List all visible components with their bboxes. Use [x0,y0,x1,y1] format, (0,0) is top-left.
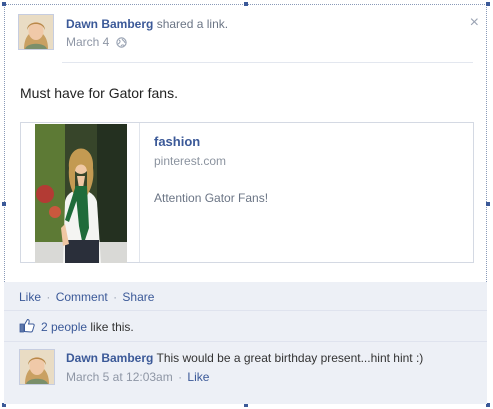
shared-link-description: Attention Gator Fans! [154,191,269,205]
separator-dot: · [113,290,118,304]
resize-handle-middle-left[interactable] [2,202,6,206]
shared-link-thumbnail[interactable] [35,124,127,263]
share-link[interactable]: Share [122,290,154,304]
comment-timestamp[interactable]: March 5 at 12:03am [66,370,173,384]
resize-handle-top-right[interactable] [486,2,490,6]
shared-link-title[interactable]: fashion [154,134,268,149]
likes-count-link[interactable]: 2 people [41,320,87,334]
post-message: Must have for Gator fans. [20,85,178,101]
post-author-name[interactable]: Dawn Bamberg [66,17,153,31]
comment-link[interactable]: Comment [56,290,108,304]
commenter-avatar[interactable] [19,349,55,385]
post-actions-bar: Like · Comment · Share [4,282,487,310]
like-link[interactable]: Like [19,290,41,304]
author-avatar[interactable] [18,14,54,50]
globe-icon [116,37,127,51]
resize-handle-middle-right[interactable] [486,202,490,206]
comment-text: This would be a great birthday present..… [156,351,424,365]
shared-link-card[interactable]: fashion pinterest.com Attention Gator Fa… [20,122,474,263]
comment-author-name[interactable]: Dawn Bamberg [66,351,153,365]
comment-item: Dawn Bamberg This would be a great birth… [4,342,487,404]
post-header: Dawn Bamberg shared a link. March 4 [18,14,478,58]
separator-dot: · [46,290,51,304]
resize-handle-top-center[interactable] [244,2,248,6]
shared-link-separator [139,123,140,262]
shared-link-domain: pinterest.com [154,154,227,168]
header-divider [62,62,473,63]
likes-suffix: like this. [90,320,134,334]
thumbs-up-icon [19,318,35,336]
likes-summary: 2 people like this. [4,311,487,341]
post-date[interactable]: March 4 [66,35,109,49]
resize-handle-top-left[interactable] [2,2,6,6]
close-icon[interactable]: × [470,14,479,32]
post-action-text: shared a link. [156,17,229,31]
comment-like-link[interactable]: Like [187,370,209,384]
separator-dot: · [178,370,183,384]
